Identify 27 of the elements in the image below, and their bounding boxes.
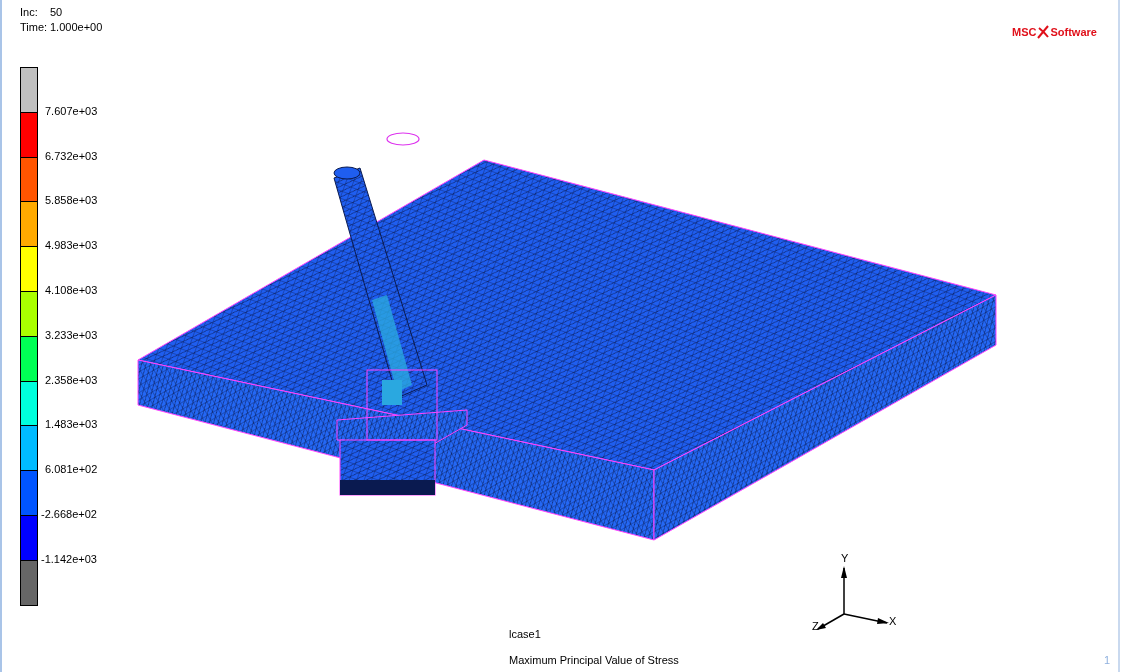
marker-ellipse (386, 132, 420, 146)
load-case-label: lcase1 (509, 628, 541, 640)
legend-value: 2.358e+03 (45, 373, 98, 386)
increment-label: Inc: (20, 5, 39, 20)
swoosh-icon (1036, 24, 1051, 40)
x-axis-arrow (843, 613, 889, 624)
axis-label: Y (841, 552, 849, 564)
legend-value: 7.607e+03 (45, 104, 98, 117)
legend-value: 6.081e+02 (45, 463, 98, 476)
time-label: Time: (20, 20, 49, 35)
increment-value: 50 (50, 5, 63, 20)
legend-value: 6.732e+03 (45, 149, 98, 162)
axis-label: Z (812, 620, 819, 632)
legend-value: -1.142e+03 (41, 552, 97, 565)
y-axis-arrow (841, 566, 847, 615)
logo-text: MSC (1012, 26, 1037, 38)
axis-label: X (889, 615, 897, 627)
legend-value: 3.233e+03 (45, 328, 98, 341)
page-number: 1 (1104, 654, 1111, 666)
logo-text: Software (1050, 26, 1097, 38)
result-title: Maximum Principal Value of Stress (509, 654, 679, 666)
legend-value: 5.858e+03 (45, 194, 98, 207)
legend-value: 1.483e+03 (45, 418, 98, 431)
legend-value: 4.983e+03 (45, 239, 98, 252)
time-value: 1.000e+00 (50, 20, 103, 35)
legend-value: -2.668e+02 (41, 508, 97, 520)
legend-value: 4.108e+03 (45, 284, 98, 296)
